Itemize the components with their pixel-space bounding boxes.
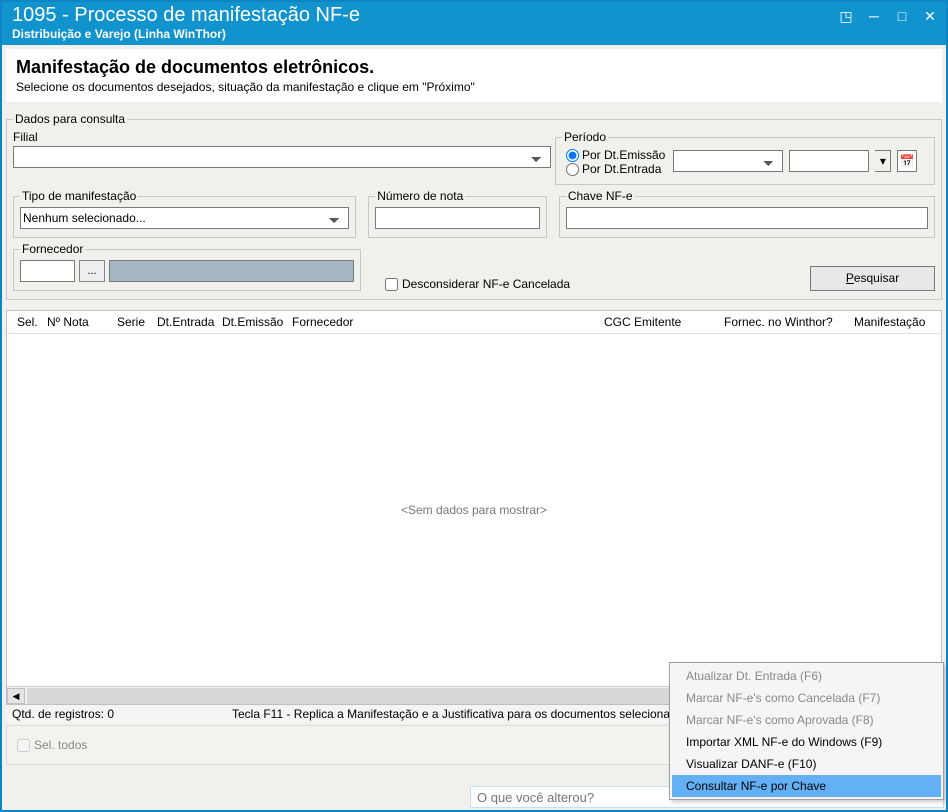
col-fornec-winthor[interactable]: Fornec. no Winthor? — [720, 315, 850, 329]
col-manifestacao[interactable]: Manifestação — [850, 315, 935, 329]
window-title: 1095 - Processo de manifestação NF-e — [12, 4, 936, 27]
fornecedor-group: Fornecedor ... — [13, 242, 361, 291]
menu-marcar-cancelada[interactable]: Marcar NF-e's como Cancelada (F7) — [672, 687, 941, 709]
tipo-manifestacao-select[interactable]: Nenhum selecionado... — [20, 207, 349, 229]
numero-nota-group: Número de nota — [368, 189, 547, 238]
radio-entrada-input[interactable] — [566, 163, 579, 176]
col-cgc[interactable]: CGC Emitente — [600, 315, 720, 329]
radio-emissao-input[interactable] — [566, 149, 579, 162]
page-heading: Manifestação de documentos eletrônicos. … — [6, 49, 942, 102]
date-to-input[interactable] — [789, 150, 869, 172]
chave-nfe-group: Chave NF-e — [559, 189, 935, 238]
results-table: Sel. Nº Nota Serie Dt.Entrada Dt.Emissão… — [6, 310, 942, 705]
window-detach-icon[interactable]: ◳ — [836, 6, 856, 26]
menu-atualizar-entrada[interactable]: Atualizar Dt. Entrada (F6) — [672, 665, 941, 687]
fornecedor-code-input[interactable] — [20, 260, 75, 282]
window-minimize-icon[interactable]: ─ — [864, 6, 884, 26]
tipo-manifestacao-group: Tipo de manifestação Nenhum selecionado.… — [13, 189, 356, 238]
numnota-label: Número de nota — [375, 189, 465, 203]
window-maximize-icon[interactable]: □ — [892, 6, 912, 26]
menu-visualizar-danfe[interactable]: Visualizar DANF-e (F10) — [672, 753, 941, 775]
page-instruction: Selecione os documentos desejados, situa… — [16, 80, 932, 94]
periodo-legend: Período — [562, 130, 608, 144]
chave-label: Chave NF-e — [566, 189, 635, 203]
window-subtitle: Distribuição e Varejo (Linha WinThor) — [12, 27, 936, 41]
page-title: Manifestação de documentos eletrônicos. — [16, 57, 932, 78]
col-serie[interactable]: Serie — [113, 315, 153, 329]
col-dtemissao[interactable]: Dt.Emissão — [218, 315, 288, 329]
sel-todos-label: Sel. todos — [34, 738, 87, 752]
fornecedor-lookup-button[interactable]: ... — [79, 260, 105, 282]
col-sel[interactable]: Sel. — [13, 315, 43, 329]
window-controls: ◳ ─ □ ✕ — [836, 6, 940, 26]
menu-importar-xml[interactable]: Importar XML NF-e do Windows (F9) — [672, 731, 941, 753]
date-to-dropdown[interactable]: ▾ — [875, 150, 891, 172]
table-header-row: Sel. Nº Nota Serie Dt.Entrada Dt.Emissão… — [7, 311, 941, 334]
col-nonota[interactable]: Nº Nota — [43, 315, 113, 329]
fornecedor-label: Fornecedor — [20, 242, 85, 256]
dados-para-consulta-group: Dados para consulta Filial Período Por D… — [6, 112, 942, 300]
periodo-group: Período Por Dt.Emissão Por Dt.Entrada ▾ … — [555, 130, 935, 185]
chave-nfe-input[interactable] — [566, 207, 928, 229]
desconsiderar-cancelada-checkbox[interactable] — [385, 278, 398, 291]
fornecedor-name-display — [109, 260, 354, 282]
col-dtentrada[interactable]: Dt.Entrada — [153, 315, 218, 329]
sel-todos-checkbox[interactable] — [17, 739, 30, 752]
menu-consultar-chave[interactable]: Consultar NF-e por Chave — [672, 775, 941, 797]
filial-select[interactable] — [13, 146, 551, 168]
table-empty-message: <Sem dados para mostrar> — [7, 334, 941, 686]
app-window: 1095 - Processo de manifestação NF-e Dis… — [0, 0, 948, 812]
menu-marcar-aprovada[interactable]: Marcar NF-e's como Aprovada (F8) — [672, 709, 941, 731]
numero-nota-input[interactable] — [375, 207, 540, 229]
col-fornecedor[interactable]: Fornecedor — [288, 315, 600, 329]
date-from-select[interactable] — [673, 150, 783, 172]
window-close-icon[interactable]: ✕ — [920, 6, 940, 26]
qtd-registros: Qtd. de registros: 0 — [12, 707, 212, 721]
opcoes-context-menu: Atualizar Dt. Entrada (F6) Marcar NF-e's… — [669, 662, 944, 800]
scroll-left-arrow[interactable]: ◀ — [7, 688, 25, 704]
desconsiderar-label: Desconsiderar NF-e Cancelada — [402, 277, 570, 291]
filial-label: Filial — [13, 130, 551, 144]
dados-legend: Dados para consulta — [13, 112, 127, 126]
tipo-label: Tipo de manifestação — [20, 189, 138, 203]
title-bar: 1095 - Processo de manifestação NF-e Dis… — [2, 2, 946, 45]
pesquisar-button[interactable]: Pesquisar — [810, 266, 935, 291]
radio-por-dt-emissao[interactable]: Por Dt.Emissão — [566, 148, 665, 162]
radio-por-dt-entrada[interactable]: Por Dt.Entrada — [566, 162, 665, 176]
calendar-icon[interactable]: 📅 — [897, 150, 917, 172]
